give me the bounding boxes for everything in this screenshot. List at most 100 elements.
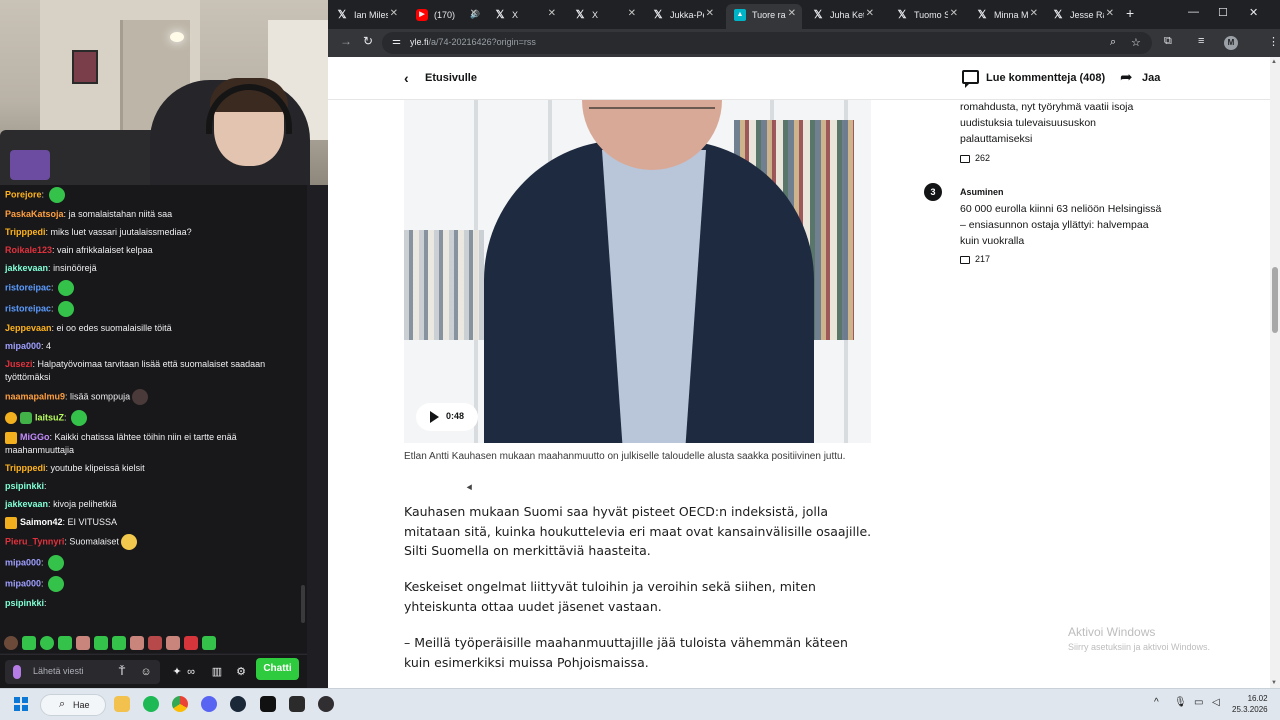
emote[interactable] [4, 636, 18, 650]
media-controls-icon[interactable]: ≡ [1198, 35, 1204, 47]
rl-app-icon[interactable] [289, 696, 305, 712]
chat-username[interactable]: Pieru_Tynnyri [5, 536, 64, 546]
close-tab-icon[interactable]: ✕ [950, 4, 958, 24]
profile-avatar[interactable]: M [1224, 36, 1238, 50]
chat-badge-icon[interactable] [5, 412, 17, 424]
chevron-left-icon[interactable]: ‹ [404, 70, 409, 86]
tray-chevron-icon[interactable]: ^ [1154, 697, 1159, 708]
windows-start-icon[interactable] [14, 697, 28, 711]
chat-emote[interactable] [58, 280, 75, 296]
address-bar[interactable]: ⚌ yle.fi/a/74-20216426?origin=rss ⌕ ☆ [382, 32, 1152, 54]
close-tab-icon[interactable]: ✕ [470, 4, 478, 24]
chrome-icon[interactable] [172, 696, 188, 712]
chat-username[interactable]: naamapalmu9 [5, 391, 65, 401]
most-read-comment-count[interactable]: 217 [960, 254, 990, 264]
steam-icon[interactable] [230, 696, 246, 712]
chat-username[interactable]: PaskaKatsoja [5, 209, 64, 219]
discord-icon[interactable] [201, 696, 217, 712]
chat-username[interactable]: Saimon42 [20, 517, 63, 527]
share-button[interactable]: Jaa [1142, 72, 1160, 84]
close-tab-icon[interactable]: ✕ [390, 4, 398, 24]
browser-tab[interactable]: 𝕏 Jukka-Pe ✕ [644, 4, 720, 29]
channel-points-icon[interactable]: ∞ [184, 665, 198, 679]
chat-username[interactable]: Tripppedi [5, 227, 46, 237]
reload-icon[interactable]: ↻ [363, 34, 373, 48]
new-tab-button[interactable]: + [1126, 5, 1134, 21]
chat-emote[interactable] [48, 555, 65, 571]
chat-username[interactable]: laitsuZ [35, 412, 64, 422]
emote[interactable] [76, 636, 90, 650]
chat-username[interactable]: MiGGo [20, 432, 50, 442]
emote[interactable] [184, 636, 198, 650]
chat-emote[interactable] [48, 187, 65, 203]
taskbar-clock[interactable]: 16.02 25.3.2026 [1232, 693, 1268, 715]
chat-send-button[interactable]: Chatti [256, 658, 299, 680]
chat-username[interactable]: jakkevaan [5, 263, 48, 273]
taskbar-search[interactable]: ⌕ Hae [40, 694, 106, 716]
file-explorer-icon[interactable] [114, 696, 130, 712]
display-icon[interactable]: ▭ [1194, 697, 1203, 708]
obs-icon[interactable] [318, 696, 334, 712]
chat-emote[interactable] [71, 410, 88, 426]
chat-emote[interactable] [132, 389, 149, 405]
emote[interactable] [112, 636, 126, 650]
browser-tab[interactable]: 𝕏 Jesse Ra ✕ [1044, 4, 1120, 29]
url-text[interactable]: yle.fi/a/74-20216426?origin=rss [410, 37, 536, 47]
comment-icon[interactable] [962, 70, 979, 88]
emote[interactable] [58, 636, 72, 650]
close-tab-icon[interactable]: ✕ [706, 4, 714, 24]
emote[interactable] [40, 636, 54, 650]
spotify-icon[interactable] [143, 696, 159, 712]
chat-username[interactable]: Roikale123 [5, 245, 52, 255]
back-link[interactable]: Etusivulle [425, 72, 477, 84]
emote[interactable] [202, 636, 216, 650]
emote[interactable] [22, 636, 36, 650]
chat-scrollbar[interactable] [301, 585, 305, 623]
minimize-icon[interactable]: — [1188, 6, 1199, 18]
chat-username[interactable]: Jusezi [5, 359, 33, 369]
page-scrollbar[interactable]: ▲ ▼ [1270, 57, 1280, 688]
emote[interactable] [166, 636, 180, 650]
article-photo[interactable]: 0:48 [404, 100, 871, 443]
most-read-comment-count[interactable]: 262 [960, 153, 990, 163]
menu-icon[interactable]: ⋮ [1268, 35, 1279, 48]
video-play-button[interactable]: 0:48 [416, 403, 478, 431]
chat-input[interactable]: Lähetä viesti Ť ☺ [5, 660, 160, 684]
translate-icon[interactable]: Ť [115, 665, 129, 679]
emote[interactable] [94, 636, 108, 650]
browser-tab[interactable]: 𝕏 Juha Ket ✕ [804, 4, 880, 29]
close-tab-icon[interactable]: ✕ [866, 4, 874, 24]
chat-emote[interactable] [120, 534, 137, 550]
x-app-icon[interactable] [260, 696, 276, 712]
chat-username[interactable]: mipa000 [5, 578, 41, 588]
most-read-item-title[interactable]: romahdusta, nyt työryhmä vaatii isoja uu… [960, 99, 1170, 147]
chat-username[interactable]: mipa000 [5, 341, 41, 351]
browser-tab[interactable]: 𝕏 Ian Miles ✕ [328, 4, 404, 29]
chat-username[interactable]: ristoreipac [5, 303, 51, 313]
scroll-up-icon[interactable]: ▲ [1271, 59, 1277, 65]
mic-icon[interactable] [13, 665, 21, 679]
volume-icon[interactable]: ◁ [1212, 697, 1220, 708]
scroll-down-icon[interactable]: ▼ [1271, 680, 1277, 686]
close-tab-icon[interactable]: ✕ [788, 4, 796, 24]
chat-username[interactable]: ristoreipac [5, 282, 51, 292]
browser-tab[interactable]: ▲ Tuore ra ✕ [726, 4, 802, 29]
zoom-icon[interactable]: ⌕ [1110, 36, 1116, 49]
comments-link[interactable]: Lue kommentteja (408) [986, 72, 1105, 84]
close-tab-icon[interactable]: ✕ [1030, 4, 1038, 24]
maximize-icon[interactable]: ☐ [1218, 6, 1228, 19]
close-window-icon[interactable]: ✕ [1249, 6, 1258, 19]
chat-emote[interactable] [48, 576, 65, 592]
browser-tab[interactable]: 𝕏 Tuomo S ✕ [888, 4, 964, 29]
chat-username[interactable]: Porejore [5, 189, 42, 199]
scroll-thumb[interactable] [1272, 267, 1278, 333]
close-tab-icon[interactable]: ✕ [548, 4, 556, 24]
chat-username[interactable]: Tripppedi [5, 463, 46, 473]
chat-username[interactable]: mipa000 [5, 557, 41, 567]
chat-username[interactable]: Jeppevaan [5, 323, 52, 333]
microphone-icon[interactable]: 🎙 [1174, 697, 1187, 708]
browser-tab[interactable]: 𝕏 X ✕ [486, 4, 562, 29]
chat-username[interactable]: psipinkki [5, 598, 44, 608]
crown-badge-icon[interactable] [5, 516, 17, 529]
bookmark-star-icon[interactable]: ☆ [1131, 36, 1141, 49]
